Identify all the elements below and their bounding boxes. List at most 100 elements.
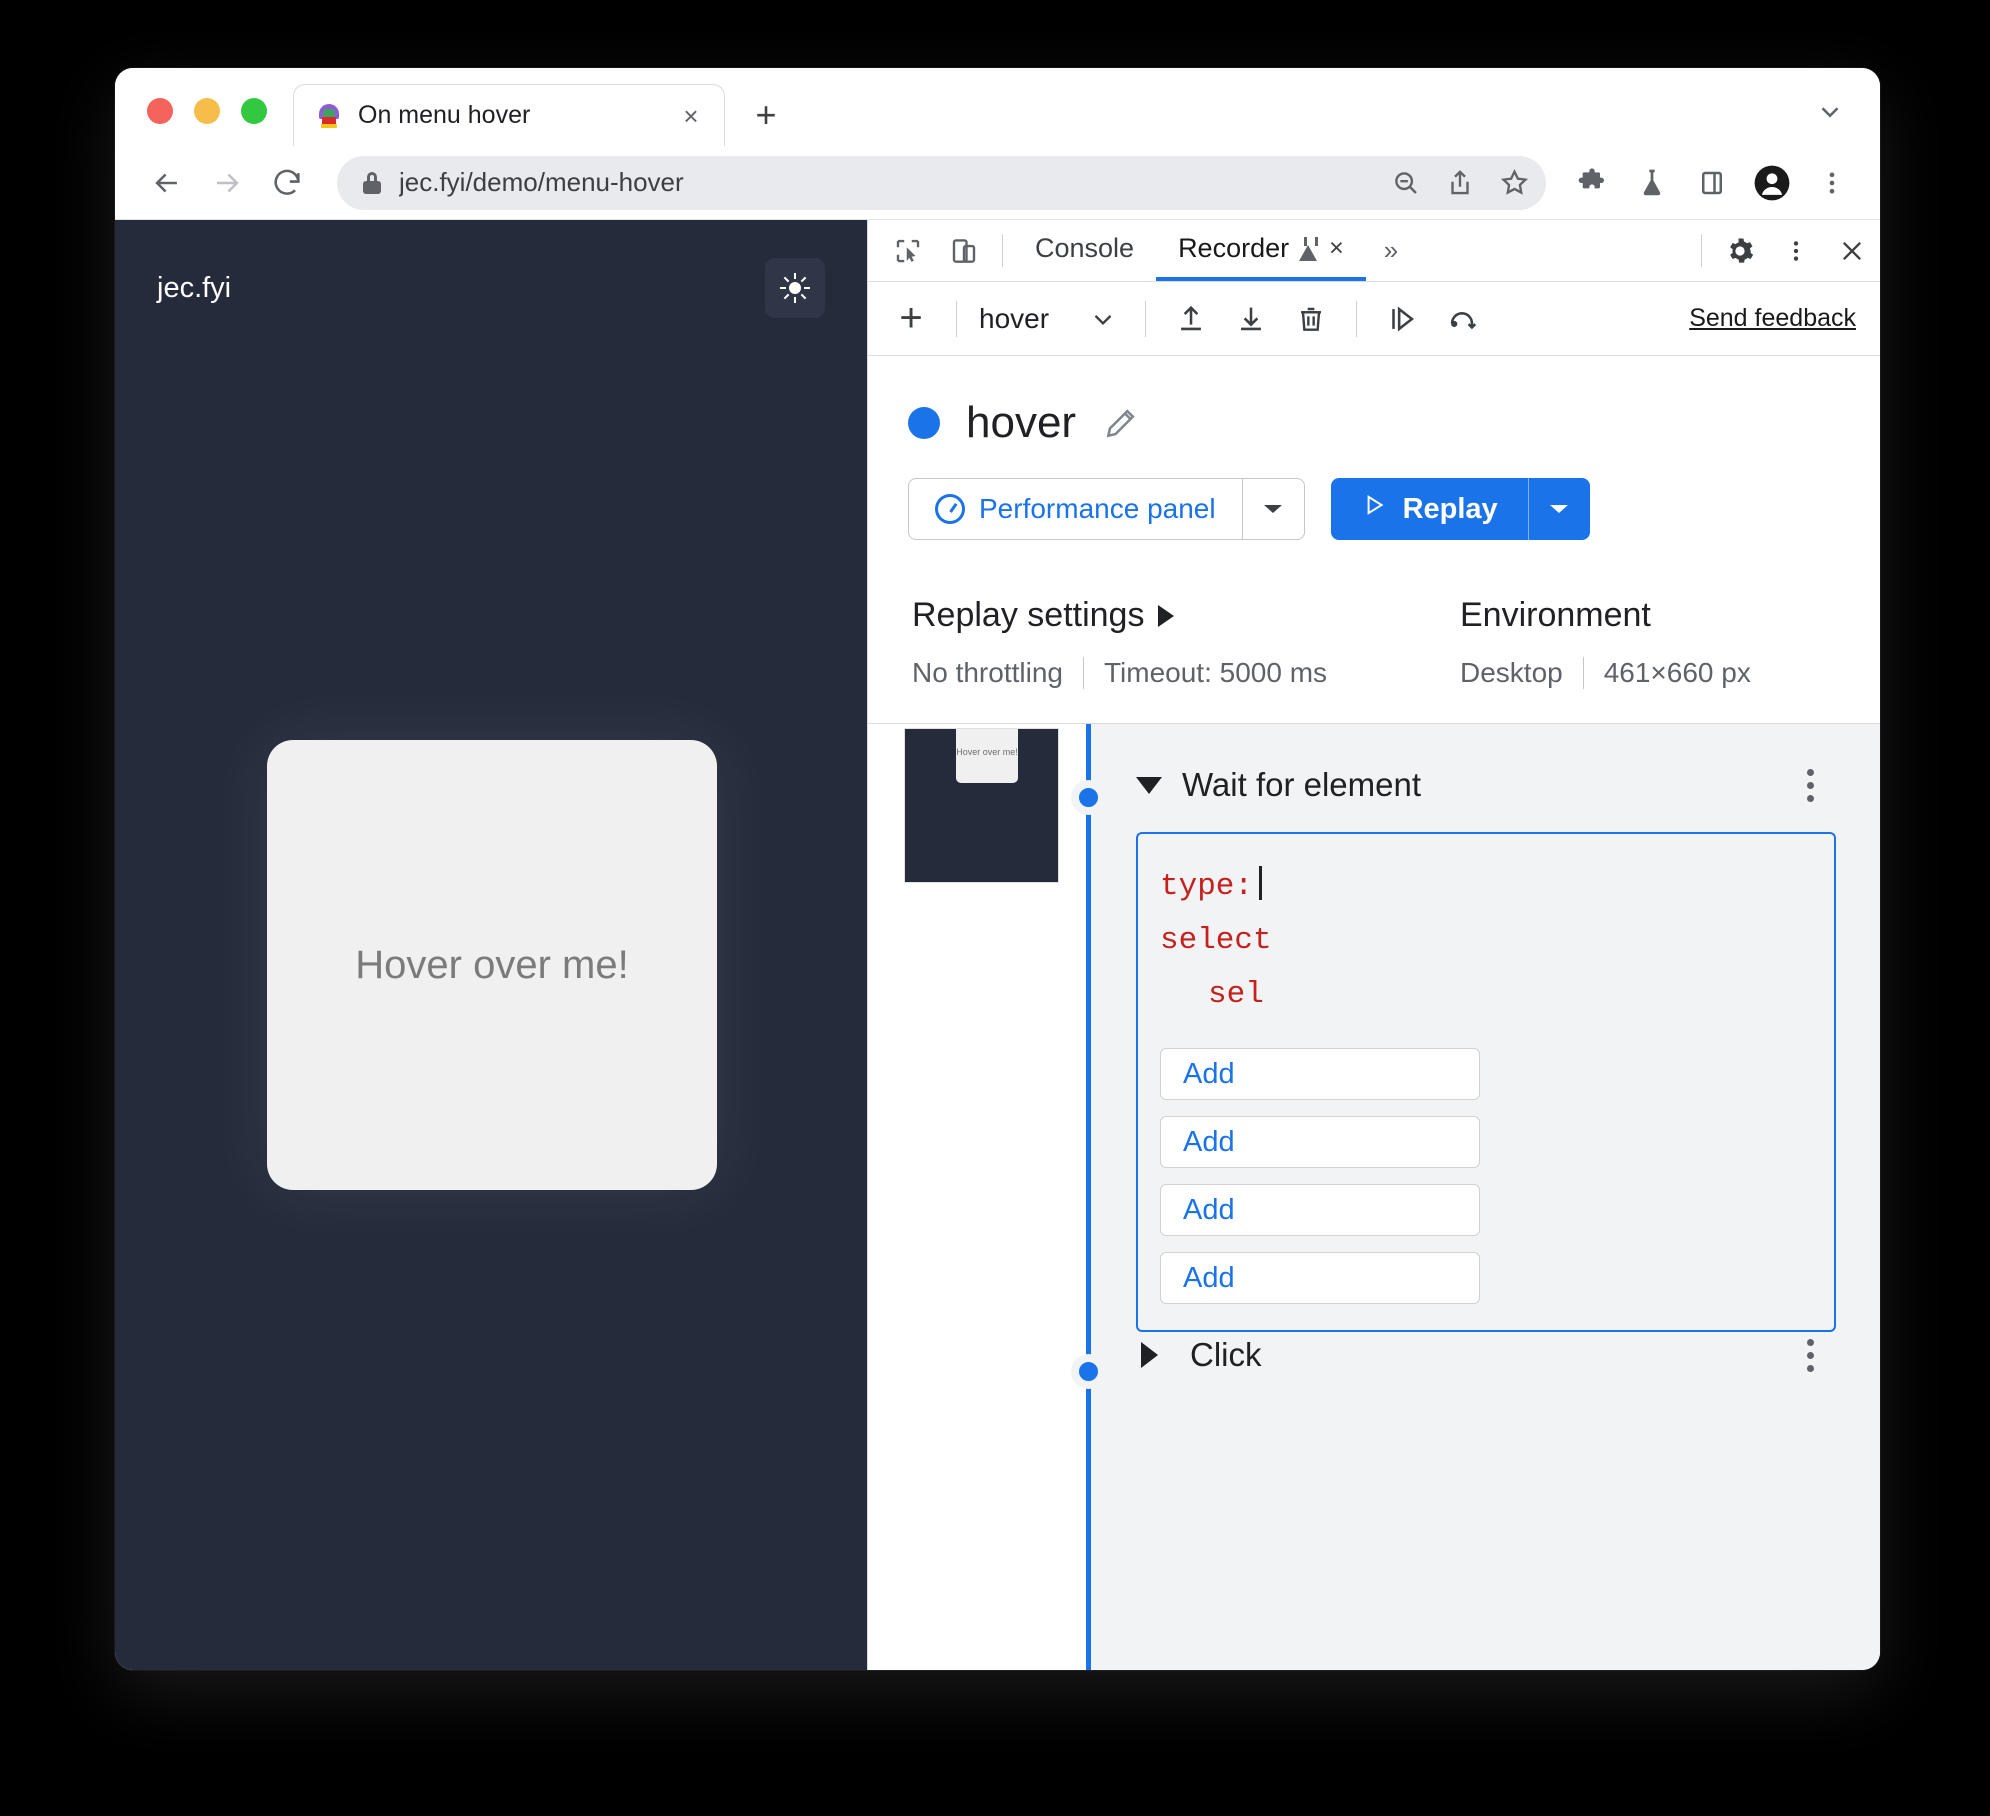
devtools-tab-bar: Console Recorder × »	[868, 220, 1880, 282]
back-icon[interactable]	[139, 155, 195, 211]
divider	[1356, 300, 1358, 337]
step-wait-for-element: Wait for element type: select sel Add Ad…	[1136, 754, 1880, 1332]
timeline-node-1[interactable]	[1073, 782, 1104, 813]
thumbnail-card: Hover over me!	[956, 729, 1018, 783]
throttling-value: No throttling	[912, 657, 1063, 688]
address-bar[interactable]: jec.fyi/demo/menu-hover	[337, 155, 1546, 210]
export-icon[interactable]	[1222, 290, 1280, 348]
close-tab-icon[interactable]: ×	[676, 101, 706, 131]
replay-settings-values: No throttling Timeout: 5000 ms	[912, 657, 1460, 689]
profile-avatar-icon[interactable]	[1744, 155, 1800, 211]
replay-main[interactable]: Replay	[1331, 478, 1528, 540]
forward-icon[interactable]	[199, 155, 255, 211]
replay-settings-header[interactable]: Replay settings	[912, 596, 1460, 635]
tab-recorder[interactable]: Recorder ×	[1156, 220, 1366, 281]
add-button-1[interactable]: Add	[1160, 1048, 1480, 1100]
replay-settings-label: Replay settings	[912, 596, 1145, 634]
settings-gear-icon[interactable]	[1712, 220, 1768, 281]
maximize-window-button[interactable]	[241, 98, 267, 124]
add-button-2[interactable]: Add	[1160, 1116, 1480, 1168]
replay-speed-icon[interactable]	[1433, 290, 1491, 348]
performance-panel-button[interactable]: Performance panel	[908, 478, 1305, 540]
tab-console[interactable]: Console	[1013, 220, 1156, 281]
chevron-down-icon[interactable]	[1077, 293, 1129, 345]
page-viewport: jec.fyi Hover over me!	[115, 220, 867, 1670]
close-tab-icon[interactable]: ×	[1329, 234, 1344, 263]
browser-window: On menu hover × + jec.fyi/demo/menu-hove…	[115, 68, 1880, 1670]
devtools-panel: Console Recorder × » + hover Send feedba…	[867, 220, 1880, 1670]
triangle-right-icon[interactable]	[1141, 1342, 1158, 1368]
step-code-editor[interactable]: type: select sel Add Add Add Add	[1136, 832, 1836, 1332]
code-line-type: type:	[1138, 860, 1834, 914]
close-window-button[interactable]	[147, 98, 173, 124]
puppeteer-icon	[316, 103, 342, 129]
lock-icon	[363, 171, 381, 194]
device-toolbar-icon[interactable]	[936, 220, 992, 281]
step-header[interactable]: Click	[1136, 1324, 1880, 1386]
timeout-value: Timeout: 5000 ms	[1103, 657, 1328, 688]
minimize-window-button[interactable]	[194, 98, 220, 124]
recording-actions: Performance panel Replay	[908, 478, 1880, 540]
text-caret	[1259, 866, 1263, 900]
device-value: Desktop	[1460, 657, 1563, 688]
add-button-4[interactable]: Add	[1160, 1252, 1480, 1304]
chevron-down-icon[interactable]	[1802, 84, 1858, 140]
bookmark-star-icon[interactable]	[1490, 159, 1538, 207]
recording-title: hover	[966, 398, 1077, 447]
chevron-down-icon[interactable]	[1241, 479, 1304, 539]
step-menu-icon[interactable]	[1784, 1329, 1836, 1381]
extensions-puzzle-icon[interactable]	[1564, 155, 1620, 211]
recorder-toolbar: + hover Send feedback	[868, 282, 1880, 356]
steps-list: Hover over me! Wait for element type: se…	[868, 724, 1880, 1670]
site-header: jec.fyi	[115, 220, 867, 318]
performance-icon	[935, 494, 965, 524]
devtools-more-icon[interactable]	[1768, 220, 1824, 281]
zoom-out-icon[interactable]	[1382, 159, 1430, 207]
hover-target-card[interactable]: Hover over me!	[267, 740, 717, 1190]
code-key-select: select	[1160, 923, 1272, 958]
step-menu-icon[interactable]	[1784, 759, 1836, 811]
add-recording-button[interactable]: +	[882, 290, 940, 348]
side-panel-icon[interactable]	[1684, 155, 1740, 211]
browser-content: jec.fyi Hover over me! Console Recorder …	[115, 220, 1880, 1670]
theme-toggle-button[interactable]	[765, 258, 825, 318]
tab-recorder-label: Recorder	[1178, 233, 1290, 263]
reload-icon[interactable]	[259, 155, 315, 211]
add-button-3[interactable]: Add	[1160, 1184, 1480, 1236]
delete-icon[interactable]	[1282, 290, 1340, 348]
step-header[interactable]: Wait for element	[1136, 754, 1880, 816]
url-text: jec.fyi/demo/menu-hover	[399, 167, 684, 197]
more-tabs-icon[interactable]: »	[1366, 220, 1416, 281]
pencil-icon[interactable]	[1102, 404, 1140, 442]
play-icon	[1361, 492, 1387, 526]
divider	[1002, 234, 1003, 267]
chrome-menu-icon[interactable]	[1804, 155, 1860, 211]
tab-console-label: Console	[1035, 233, 1135, 263]
step-screenshot-thumbnail[interactable]: Hover over me!	[904, 728, 1059, 883]
divider	[1082, 657, 1084, 689]
send-feedback-link[interactable]: Send feedback	[1689, 304, 1856, 333]
flask-icon	[1299, 236, 1319, 261]
performance-panel-main[interactable]: Performance panel	[909, 479, 1242, 539]
environment-column: Environment Desktop 461×660 px	[1460, 596, 1751, 689]
divider	[1582, 657, 1584, 689]
settings-strip: Replay settings No throttling Timeout: 5…	[868, 540, 1880, 724]
status-badge	[908, 407, 940, 439]
browser-tab[interactable]: On menu hover ×	[293, 84, 725, 146]
tabbar-spacer	[1416, 220, 1691, 281]
replay-button[interactable]: Replay	[1330, 478, 1590, 540]
step-by-step-icon[interactable]	[1373, 290, 1431, 348]
step-label: Click	[1190, 1336, 1262, 1373]
recording-selector-label[interactable]: hover	[973, 303, 1049, 335]
share-icon[interactable]	[1436, 159, 1484, 207]
replay-settings-column: Replay settings No throttling Timeout: 5…	[912, 596, 1460, 689]
inspect-element-icon[interactable]	[880, 220, 936, 281]
close-devtools-icon[interactable]	[1824, 220, 1880, 281]
import-icon[interactable]	[1162, 290, 1220, 348]
timeline-node-2[interactable]	[1073, 1356, 1104, 1387]
chevron-down-icon[interactable]	[1527, 478, 1590, 540]
flask-icon[interactable]	[1624, 155, 1680, 211]
new-tab-button[interactable]: +	[739, 88, 793, 142]
triangle-down-icon[interactable]	[1136, 776, 1162, 794]
environment-values: Desktop 461×660 px	[1460, 657, 1751, 689]
